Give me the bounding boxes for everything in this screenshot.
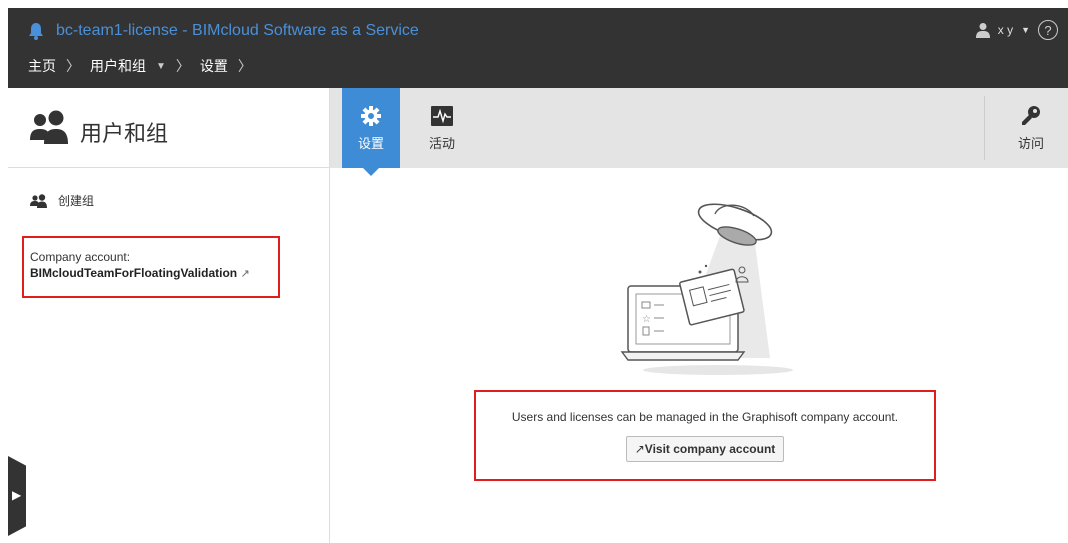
company-account-label: Company account: [30,250,131,264]
bell-icon[interactable] [28,22,44,40]
gear-icon [361,105,381,126]
company-account-message: Users and licenses can be managed in the… [511,410,899,424]
users-group-icon [30,193,47,208]
tab-activity-label: 活动 [428,135,455,151]
users-group-icon [30,110,68,144]
chevron-right-icon: 〉 [175,58,190,74]
visit-company-account-button[interactable]: ↗Visit company account [625,436,785,462]
create-group-label: 创建组 [58,194,95,208]
sidebar-title: 用户和组 [80,121,169,146]
tab-settings-label: 设置 [357,135,384,151]
sidebar-toggle[interactable]: ▶ [8,456,26,536]
caret-down-icon[interactable]: ▼ [1021,25,1030,35]
sidebar: 用户和组 创建组 Company account: BIMcloudTeamFo… [8,88,330,543]
external-link-icon: ↗ [634,442,645,456]
tab-activity[interactable]: 活动 [422,88,462,168]
company-account-name[interactable]: BIMcloudTeamForFloatingValidation [30,266,237,280]
breadcrumb: 主页 〉 用户和组 ▼ 〉 设置 〉 [28,56,252,76]
tab-access[interactable]: 访问 [1006,88,1056,168]
chevron-right-icon: 〉 [237,58,252,74]
user-name[interactable]: x y [998,23,1013,37]
ufo-laptop-illustration: ☆ [620,203,793,375]
svg-text:☆: ☆ [642,314,651,325]
key-icon [1022,105,1040,125]
breadcrumb-settings[interactable]: 设置 [200,56,228,76]
user-menu[interactable]: x y ▼ ? [975,20,1058,40]
user-icon [975,23,990,38]
external-link-icon[interactable]: ↗ [240,268,249,280]
tab-divider [984,96,985,160]
company-account-box: Company account: BIMcloudTeamForFloating… [22,236,280,298]
app-title-row: bc-team1-license - BIMcloud Software as … [28,22,419,40]
chevron-right-icon: 〉 [66,58,80,74]
visit-company-account-label: Visit company account [644,442,776,456]
create-group-button[interactable]: 创建组 [30,192,94,209]
activity-icon [431,105,453,126]
chevron-down-icon[interactable]: ▼ [156,61,166,72]
company-account-message-box: Users and licenses can be managed in the… [474,390,936,481]
top-bar: bc-team1-license - BIMcloud Software as … [8,8,1068,88]
app-title[interactable]: bc-team1-license - BIMcloud Software as … [56,22,419,40]
tab-bar: 设置 活动 访问 [330,88,1068,168]
help-icon[interactable]: ? [1038,20,1058,40]
chevron-right-icon: ▶ [12,488,22,502]
company-account-link[interactable]: BIMcloudTeamForFloatingValidation ↗ [30,266,278,280]
tab-access-label: 访问 [1017,135,1044,151]
sidebar-header: 用户和组 [8,88,330,168]
tab-settings[interactable]: 设置 [342,88,400,168]
breadcrumb-home[interactable]: 主页 [28,56,56,76]
breadcrumb-users-groups[interactable]: 用户和组 [90,56,146,76]
